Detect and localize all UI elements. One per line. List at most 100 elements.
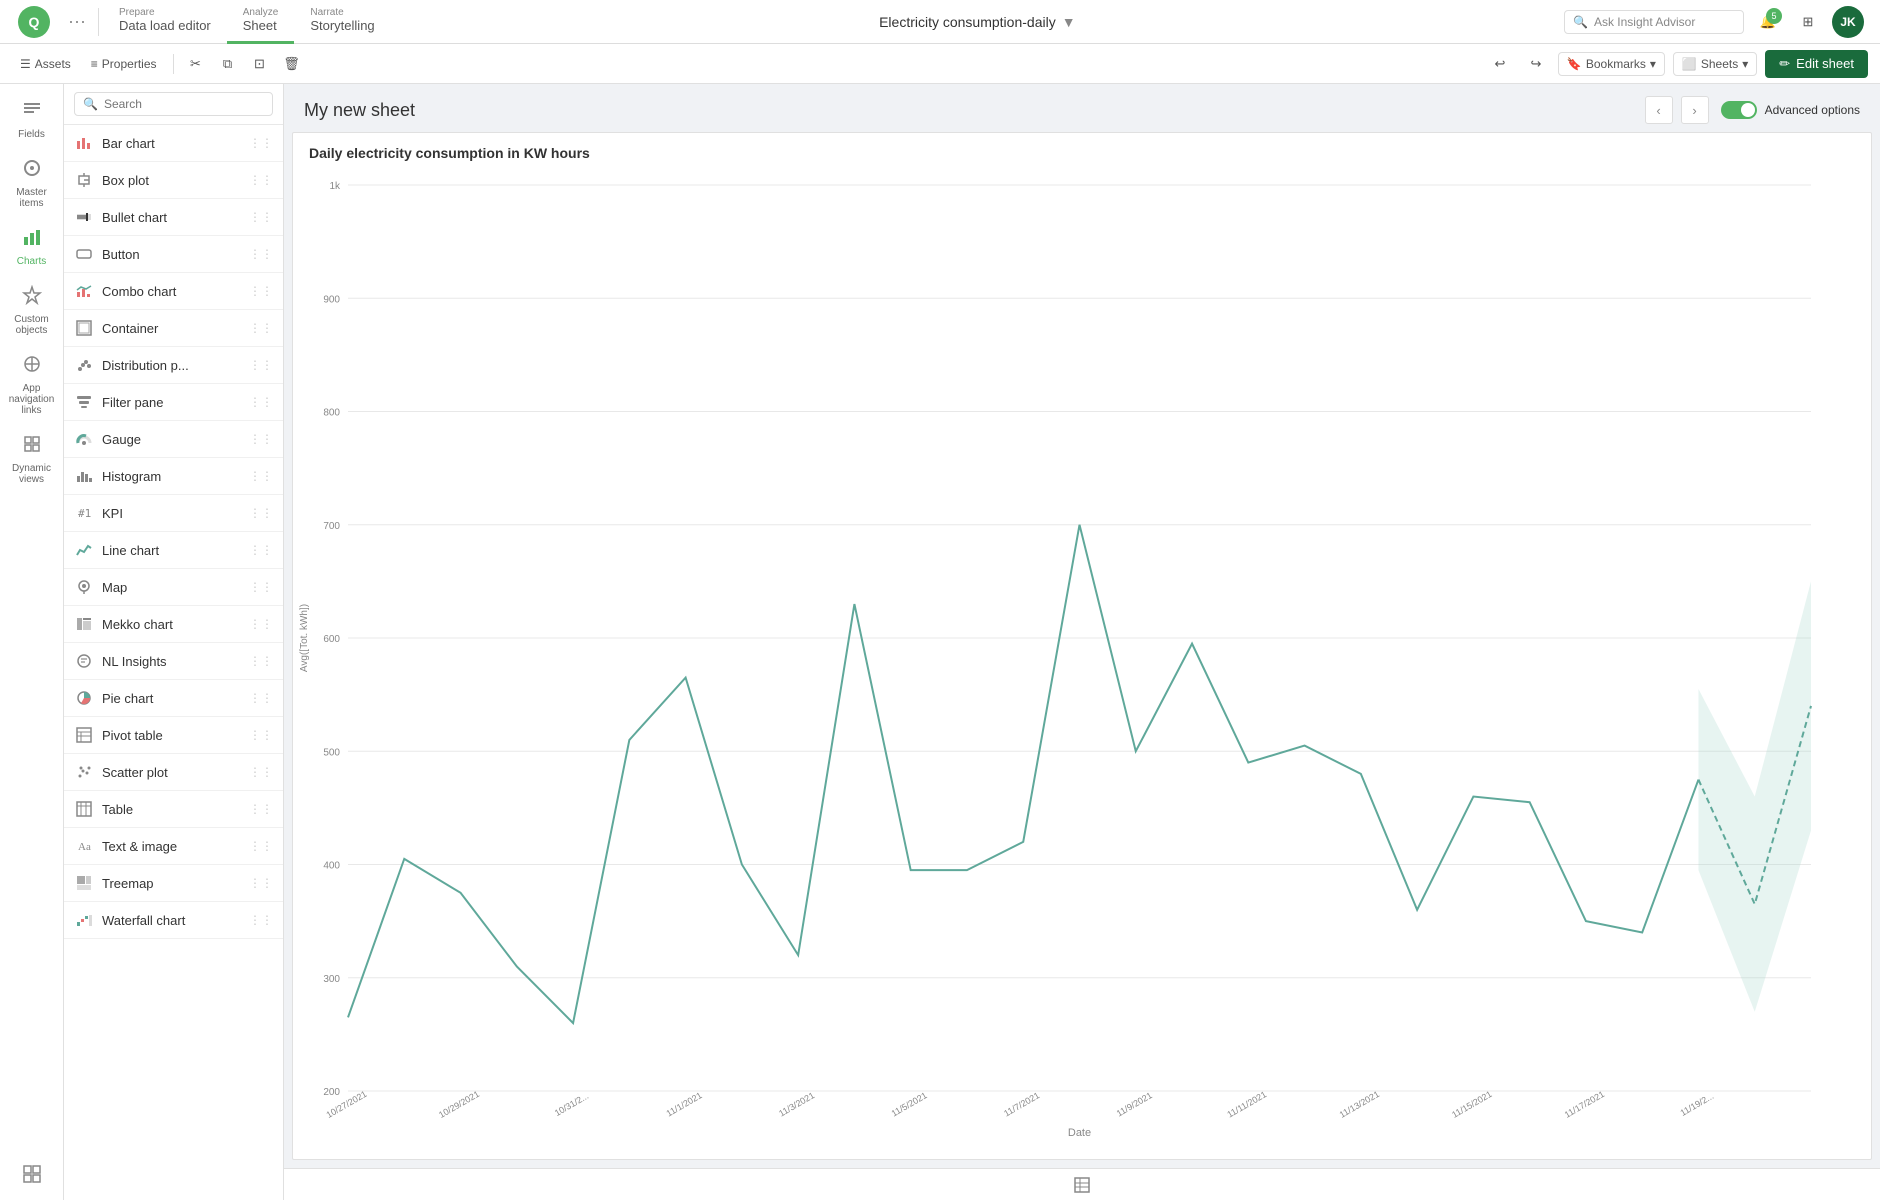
kpi-drag-handle[interactable]: ⋮⋮ [249, 506, 273, 520]
line-chart-icon [74, 540, 94, 560]
copy-button[interactable]: ⧉ [214, 50, 242, 78]
insight-advisor-search[interactable]: 🔍 Ask Insight Advisor [1564, 10, 1744, 34]
filter-pane-drag-handle[interactable]: ⋮⋮ [249, 395, 273, 409]
map-drag-handle[interactable]: ⋮⋮ [249, 580, 273, 594]
chart-item-text-image[interactable]: Aa Text & image ⋮⋮ [64, 828, 283, 865]
advanced-options-switch[interactable] [1721, 101, 1757, 119]
paste-button[interactable]: ⊡ [246, 50, 274, 78]
sidebar-item-fields[interactable]: Fields [4, 92, 60, 148]
scatter-plot-drag-handle[interactable]: ⋮⋮ [249, 765, 273, 779]
qlik-logo[interactable]: Q [8, 6, 60, 38]
table-drag-handle[interactable]: ⋮⋮ [249, 802, 273, 816]
sidebar-item-charts[interactable]: Charts [4, 219, 60, 275]
chart-item-distribution-p[interactable]: Distribution p... ⋮⋮ [64, 347, 283, 384]
charts-search-box[interactable]: 🔍 [74, 92, 273, 116]
app-menu-dots[interactable]: ··· [60, 11, 94, 32]
delete-button[interactable]: 🗑 [278, 50, 306, 78]
user-avatar[interactable]: JK [1832, 6, 1864, 38]
nav-prepare[interactable]: Prepare Data load editor [103, 0, 227, 44]
chart-item-map[interactable]: Map ⋮⋮ [64, 569, 283, 606]
chart-item-treemap[interactable]: Treemap ⋮⋮ [64, 865, 283, 902]
treemap-drag-handle[interactable]: ⋮⋮ [249, 876, 273, 890]
svg-text:11/13/2021: 11/13/2021 [1338, 1089, 1381, 1120]
sidebar-item-master-items[interactable]: Master items [4, 150, 60, 217]
sidebar-item-dynamic-views[interactable]: Dynamic views [4, 426, 60, 493]
undo-button[interactable]: ↩ [1486, 50, 1514, 78]
button-icon [74, 244, 94, 264]
box-plot-label: Box plot [102, 173, 241, 188]
bar-chart-icon [74, 133, 94, 153]
app-title[interactable]: Electricity consumption-daily ▼ [391, 14, 1564, 30]
edit-sheet-button[interactable]: ✏ Edit sheet [1765, 50, 1868, 78]
sheet-next-button[interactable]: › [1681, 96, 1709, 124]
line-chart-drag-handle[interactable]: ⋮⋮ [249, 543, 273, 557]
grid-menu-button[interactable]: ⊞ [1792, 6, 1824, 38]
chart-item-mekko-chart[interactable]: Mekko chart ⋮⋮ [64, 606, 283, 643]
charts-list: Bar chart ⋮⋮ Box plot ⋮⋮ Bullet chart ⋮⋮… [64, 125, 283, 1200]
distribution-p-drag-handle[interactable]: ⋮⋮ [249, 358, 273, 372]
nav-analyze[interactable]: Analyze Sheet [227, 0, 295, 44]
svg-text:11/7/2021: 11/7/2021 [1002, 1090, 1041, 1118]
sidebar-item-app-navigation[interactable]: App navigation links [4, 346, 60, 424]
assets-tab[interactable]: ☰ Assets [12, 53, 79, 75]
sidebar-item-label-nav: App navigation links [8, 383, 56, 416]
icon-sidebar: Fields Master items Charts Custom object… [0, 84, 64, 1200]
text-image-drag-handle[interactable]: ⋮⋮ [249, 839, 273, 853]
gauge-drag-handle[interactable]: ⋮⋮ [249, 432, 273, 446]
chart-item-histogram[interactable]: Histogram ⋮⋮ [64, 458, 283, 495]
toolbar: ☰ Assets ≡ Properties ✂ ⧉ ⊡ 🗑 ↩ ↪ 🔖 Book… [0, 44, 1880, 84]
chart-item-button[interactable]: Button ⋮⋮ [64, 236, 283, 273]
button-drag-handle[interactable]: ⋮⋮ [249, 247, 273, 261]
waterfall-chart-drag-handle[interactable]: ⋮⋮ [249, 913, 273, 927]
bottom-bar-icon[interactable] [1068, 1171, 1096, 1199]
container-label: Container [102, 321, 241, 336]
box-plot-drag-handle[interactable]: ⋮⋮ [249, 173, 273, 187]
svg-text:900: 900 [323, 294, 340, 305]
distribution-p-label: Distribution p... [102, 358, 241, 373]
charts-search-input[interactable] [104, 97, 264, 111]
histogram-drag-handle[interactable]: ⋮⋮ [249, 469, 273, 483]
chart-item-waterfall-chart[interactable]: Waterfall chart ⋮⋮ [64, 902, 283, 939]
chart-item-box-plot[interactable]: Box plot ⋮⋮ [64, 162, 283, 199]
pivot-table-drag-handle[interactable]: ⋮⋮ [249, 728, 273, 742]
nl-insights-drag-handle[interactable]: ⋮⋮ [249, 654, 273, 668]
chart-item-pivot-table[interactable]: Pivot table ⋮⋮ [64, 717, 283, 754]
grid-icon: ⊞ [1803, 14, 1814, 30]
svg-text:10/29/2021: 10/29/2021 [437, 1089, 481, 1120]
cut-button[interactable]: ✂ [182, 50, 210, 78]
chart-item-filter-pane[interactable]: Filter pane ⋮⋮ [64, 384, 283, 421]
redo-button[interactable]: ↪ [1522, 50, 1550, 78]
mekko-chart-drag-handle[interactable]: ⋮⋮ [249, 617, 273, 631]
chart-item-bar-chart[interactable]: Bar chart ⋮⋮ [64, 125, 283, 162]
chart-item-bullet-chart[interactable]: Bullet chart ⋮⋮ [64, 199, 283, 236]
sidebar-item-label-master: Master items [8, 187, 56, 209]
svg-text:200: 200 [323, 1087, 340, 1098]
chart-item-scatter-plot[interactable]: Scatter plot ⋮⋮ [64, 754, 283, 791]
nav-narrate[interactable]: Narrate Storytelling [294, 0, 390, 44]
chart-item-container[interactable]: Container ⋮⋮ [64, 310, 283, 347]
container-drag-handle[interactable]: ⋮⋮ [249, 321, 273, 335]
chart-item-line-chart[interactable]: Line chart ⋮⋮ [64, 532, 283, 569]
top-navigation: Q ··· Prepare Data load editor Analyze S… [0, 0, 1880, 44]
chart-item-pie-chart[interactable]: Pie chart ⋮⋮ [64, 680, 283, 717]
toolbar-separator-1 [173, 54, 174, 74]
container-icon [74, 318, 94, 338]
svg-text:700: 700 [323, 521, 340, 532]
sidebar-item-custom-objects[interactable]: Custom objects [4, 277, 60, 344]
advanced-options-toggle[interactable]: Advanced options [1721, 101, 1860, 119]
chart-item-nl-insights[interactable]: NL Insights ⋮⋮ [64, 643, 283, 680]
sheet-prev-button[interactable]: ‹ [1645, 96, 1673, 124]
chart-item-kpi[interactable]: #1 KPI ⋮⋮ [64, 495, 283, 532]
chart-item-table[interactable]: Table ⋮⋮ [64, 791, 283, 828]
notifications-button[interactable]: 🔔 5 [1752, 6, 1784, 38]
bar-chart-drag-handle[interactable]: ⋮⋮ [249, 136, 273, 150]
properties-tab[interactable]: ≡ Properties [83, 53, 165, 75]
bookmarks-button[interactable]: 🔖 Bookmarks ▾ [1558, 52, 1665, 76]
chart-item-gauge[interactable]: Gauge ⋮⋮ [64, 421, 283, 458]
pie-chart-drag-handle[interactable]: ⋮⋮ [249, 691, 273, 705]
bullet-chart-drag-handle[interactable]: ⋮⋮ [249, 210, 273, 224]
chart-item-combo-chart[interactable]: Combo chart ⋮⋮ [64, 273, 283, 310]
sidebar-bottom-icon[interactable] [4, 1156, 60, 1192]
combo-chart-drag-handle[interactable]: ⋮⋮ [249, 284, 273, 298]
sheets-button[interactable]: ⬜ Sheets ▾ [1673, 52, 1757, 76]
